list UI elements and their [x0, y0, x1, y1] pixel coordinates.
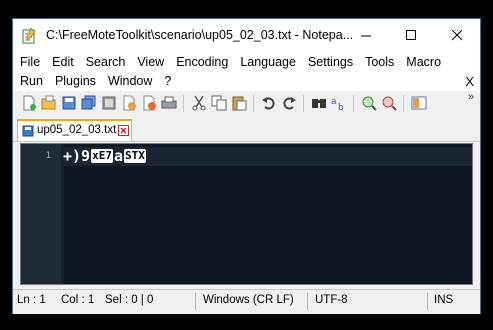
- toolbar-separator: [183, 95, 184, 112]
- toolbar-separator: [253, 95, 254, 112]
- menu-settings[interactable]: Settings: [302, 52, 359, 72]
- tab-close-icon[interactable]: [118, 125, 129, 136]
- status-line: Ln : 1: [17, 294, 46, 306]
- toolbar: ab »: [13, 91, 480, 117]
- status-separator: [427, 292, 428, 310]
- status-insert-mode: INS: [434, 294, 454, 306]
- toolbar-separator: [353, 95, 354, 112]
- file-saved-icon: [22, 125, 34, 137]
- toolbar-separator: [303, 95, 304, 112]
- menu-search[interactable]: Search: [80, 52, 132, 72]
- line-number: 1: [45, 151, 51, 161]
- copy-icon[interactable]: [211, 95, 227, 111]
- status-separator: [195, 292, 196, 310]
- paste-icon[interactable]: [231, 95, 247, 111]
- maximize-icon: [405, 29, 416, 40]
- status-encoding: UTF-8: [315, 294, 348, 306]
- printer-icon[interactable]: [161, 95, 177, 111]
- control-char-stx: STX: [124, 149, 146, 163]
- code-line-1[interactable]: +)9 xE7 a STX: [63, 147, 147, 165]
- menu-plugins[interactable]: Plugins: [49, 71, 102, 91]
- save-all-icon[interactable]: [81, 95, 97, 111]
- menu-language[interactable]: Language: [234, 52, 302, 72]
- menu-bar: File Edit Search View Encoding Language …: [13, 51, 480, 91]
- status-separator: [307, 292, 308, 310]
- title-bar[interactable]: C:\FreeMoteToolkit\scenario\up05_02_03.t…: [13, 19, 480, 51]
- tab-bar: up05_02_03.txt: [13, 117, 480, 142]
- menu-row-1: File Edit Search View Encoding Language …: [14, 52, 447, 72]
- close-icon[interactable]: [101, 95, 117, 111]
- window-title: C:\FreeMoteToolkit\scenario\up05_02_03.t…: [46, 28, 354, 42]
- replace-icon[interactable]: ab: [331, 95, 347, 111]
- redo-icon[interactable]: [281, 95, 297, 111]
- toolbar-separator: [403, 95, 404, 112]
- zoom-in-icon[interactable]: [361, 95, 377, 111]
- close-icon: [451, 29, 462, 40]
- close-window-button[interactable]: [434, 19, 480, 51]
- cut-icon[interactable]: [191, 95, 207, 111]
- minimize-icon: [360, 35, 371, 36]
- minimize-button[interactable]: [343, 19, 389, 51]
- menu-encoding[interactable]: Encoding: [170, 52, 234, 72]
- find-icon[interactable]: [311, 95, 327, 111]
- code-text: +)9: [63, 147, 91, 165]
- status-bar: Ln : 1 Col : 1 Sel : 0 | 0 Windows (CR L…: [13, 289, 480, 314]
- tab-up05-02-03[interactable]: up05_02_03.txt: [17, 119, 132, 141]
- close-all-icon[interactable]: [121, 95, 137, 111]
- svg-text:a: a: [331, 97, 337, 107]
- editor-area[interactable]: 1 +)9 xE7 a STX: [20, 143, 473, 285]
- menu-window[interactable]: Window: [102, 71, 158, 91]
- menu-view[interactable]: View: [131, 52, 170, 72]
- sync-icon[interactable]: [411, 95, 427, 111]
- status-col: Col : 1: [61, 294, 95, 306]
- menu-file[interactable]: File: [14, 52, 46, 72]
- open-file-icon[interactable]: [41, 95, 57, 111]
- line-number-gutter: 1: [21, 144, 61, 284]
- new-file-icon[interactable]: [21, 95, 37, 111]
- notepadpp-window: C:\FreeMoteToolkit\scenario\up05_02_03.t…: [12, 18, 481, 314]
- control-char-xe7: xE7: [91, 149, 113, 163]
- zoom-out-icon[interactable]: [381, 95, 397, 111]
- menu-edit[interactable]: Edit: [46, 52, 80, 72]
- svg-text:b: b: [338, 103, 344, 111]
- menu-row-2: Run Plugins Window ?: [14, 71, 177, 91]
- undo-icon[interactable]: [261, 95, 277, 111]
- menu-run[interactable]: Run: [14, 71, 49, 91]
- fold-margin: [61, 144, 64, 284]
- status-eol: Windows (CR LF): [203, 294, 294, 306]
- notepad-app-icon: [22, 28, 36, 44]
- menu-macro[interactable]: Macro: [400, 52, 447, 72]
- menu-help[interactable]: ?: [158, 71, 177, 91]
- tab-label: up05_02_03.txt: [37, 124, 117, 136]
- print-icon[interactable]: [141, 95, 157, 111]
- menu-tools[interactable]: Tools: [359, 52, 400, 72]
- toolbar-overflow-icon[interactable]: »: [468, 91, 474, 103]
- code-text: a: [113, 147, 123, 165]
- maximize-button[interactable]: [388, 19, 434, 51]
- status-sel: Sel : 0 | 0: [105, 294, 154, 306]
- save-icon[interactable]: [61, 95, 77, 111]
- close-document-button[interactable]: X: [465, 72, 474, 92]
